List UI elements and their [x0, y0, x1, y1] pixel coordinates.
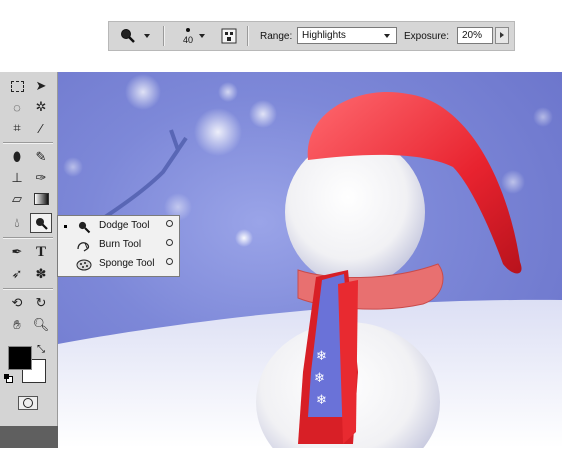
brush-panel-icon — [221, 28, 237, 44]
3d-orbit-tool[interactable]: ↻ — [30, 293, 52, 313]
gradient-tool[interactable] — [30, 189, 52, 209]
pen-tool[interactable]: ✒ — [6, 242, 28, 262]
eyedropper-icon: ⁄ — [39, 120, 43, 136]
tools-panel: ➤ ◌ ✲ ⌗ ⁄ ⬮ ✎ ⊥ ✑ ▱ 💧︎ ✒ T ➶ ✽ ⟲ ↻ ✋︎ 🔍︎… — [0, 72, 58, 448]
brush-icon: ✎ — [35, 149, 47, 164]
brush-picker-arrow[interactable] — [199, 22, 205, 50]
magic-wand-tool[interactable]: ✲ — [30, 97, 52, 117]
blur-tool[interactable]: 💧︎ — [6, 213, 28, 233]
dodge-tool[interactable] — [30, 213, 52, 233]
shortcut-circle-icon — [166, 258, 173, 265]
brush-panel-toggle[interactable] — [221, 22, 237, 50]
eraser-tool[interactable]: ▱ — [6, 189, 28, 209]
range-value: Highlights — [302, 30, 346, 41]
brush-picker[interactable]: 40 — [175, 22, 201, 50]
shortcut-key — [166, 239, 173, 246]
flyout-label: Burn Tool — [99, 239, 142, 250]
brush-tip-icon — [186, 27, 190, 32]
magic-wand-icon: ✲ — [35, 99, 47, 114]
svg-text:❄: ❄ — [316, 393, 327, 408]
hand-tool[interactable]: ✋︎ — [6, 315, 28, 335]
shortcut-key — [166, 258, 173, 265]
flyout-label: Sponge Tool — [99, 258, 155, 269]
arrow-icon: ➶ — [11, 266, 23, 281]
bandage-icon: ⬮ — [12, 149, 22, 164]
rectangular-marquee-tool[interactable] — [6, 76, 28, 96]
svg-text:❄: ❄ — [314, 371, 325, 386]
flyout-item-dodge[interactable]: Dodge Tool — [58, 217, 179, 236]
hand-icon: ✋︎ — [13, 317, 21, 332]
flyout-item-sponge[interactable]: Sponge Tool — [58, 255, 179, 274]
history-brush-icon: ✑ — [35, 170, 47, 185]
lasso-icon: ◌ — [13, 99, 21, 115]
quick-mask-button[interactable] — [18, 396, 38, 410]
shape-icon: ✽ — [35, 266, 47, 281]
sponge-icon — [76, 257, 92, 272]
tool-preset-picker[interactable] — [119, 22, 150, 50]
options-bar: 40 Range: Highlights Exposure: 20% — [108, 21, 515, 51]
type-tool[interactable]: T — [30, 242, 52, 262]
path-selection-tool[interactable]: ➶ — [6, 264, 28, 284]
chevron-down-icon — [199, 34, 205, 38]
crop-tool[interactable]: ⌗ — [6, 118, 28, 138]
chevron-down-icon — [144, 34, 150, 38]
quick-mask-icon — [23, 398, 33, 408]
marquee-icon — [10, 80, 24, 92]
dodge-icon — [121, 29, 135, 43]
flyout-item-burn[interactable]: Burn Tool — [58, 236, 179, 255]
brush-size: 40 — [182, 34, 193, 45]
exposure-label: Exposure: — [404, 30, 450, 42]
range-select[interactable]: Highlights — [297, 27, 397, 44]
drop-icon: 💧︎ — [14, 215, 20, 230]
lasso-tool[interactable]: ◌ — [6, 97, 28, 117]
flyout-label: Dodge Tool — [99, 220, 150, 231]
history-brush-tool[interactable]: ✑ — [30, 168, 52, 188]
eraser-icon: ▱ — [12, 191, 22, 206]
exposure-slider-button[interactable] — [495, 27, 509, 44]
crop-icon: ⌗ — [13, 120, 21, 135]
foreground-color-swatch[interactable] — [8, 346, 32, 370]
move-tool[interactable]: ➤ — [30, 76, 52, 96]
exposure-input[interactable]: 20% — [457, 27, 493, 44]
dodge-tool-flyout: Dodge Tool Burn Tool Sponge Tool — [57, 215, 180, 277]
dodge-icon — [35, 217, 48, 230]
default-colors-icon[interactable] — [4, 374, 13, 383]
active-bullet-icon — [64, 225, 67, 228]
brush-tool[interactable]: ✎ — [30, 147, 52, 167]
3d-orbit-icon: ↻ — [35, 295, 47, 310]
stamp-icon: ⊥ — [11, 170, 23, 185]
toolbox-footer — [0, 426, 58, 448]
zoom-tool[interactable]: 🔍︎ — [30, 315, 52, 335]
type-icon: T — [35, 243, 46, 260]
pen-icon: ✒ — [11, 244, 23, 259]
custom-shape-tool[interactable]: ✽ — [30, 264, 52, 284]
svg-text:❄: ❄ — [316, 349, 327, 364]
eyedropper-tool[interactable]: ⁄ — [30, 118, 52, 138]
3d-rotate-tool[interactable]: ⟲ — [6, 293, 28, 313]
move-icon: ➤ — [35, 78, 47, 93]
shortcut-circle-icon — [166, 220, 173, 227]
dodge-icon — [76, 219, 92, 234]
burn-icon — [76, 238, 92, 253]
clone-stamp-tool[interactable]: ⊥ — [6, 168, 28, 188]
shortcut-key — [166, 220, 173, 227]
chevron-down-icon — [384, 34, 390, 38]
zoom-icon: 🔍︎ — [32, 317, 50, 332]
gradient-icon — [33, 193, 49, 205]
3d-rotate-icon: ⟲ — [11, 295, 23, 310]
swap-colors-icon[interactable]: ⤡ — [37, 344, 45, 355]
range-label: Range: — [260, 30, 293, 42]
shortcut-circle-icon — [166, 239, 173, 246]
healing-brush-tool[interactable]: ⬮ — [6, 147, 28, 167]
